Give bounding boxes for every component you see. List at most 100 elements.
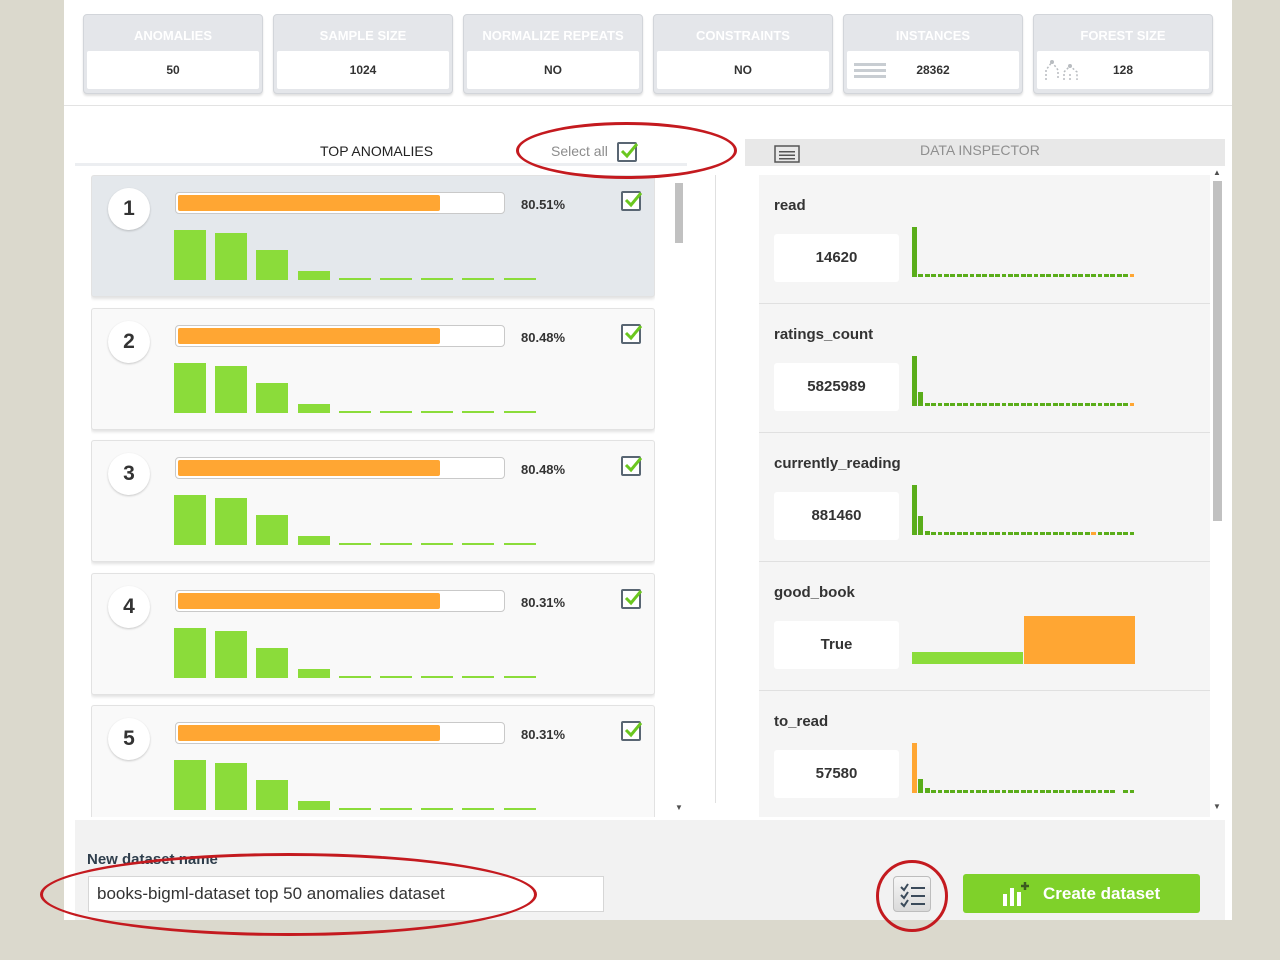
histogram-bin (1084, 403, 1090, 406)
histogram-bin (931, 274, 936, 277)
feature-bar (215, 365, 248, 413)
histogram-bin (1129, 790, 1135, 793)
stat-value-box: 28362 (847, 51, 1019, 89)
histogram-bin (1052, 790, 1058, 793)
histogram-bin (969, 403, 975, 406)
histogram-bin (963, 790, 968, 793)
new-dataset-label: New dataset name (87, 851, 218, 868)
scroll-up-arrow[interactable]: ▲ (1213, 168, 1221, 177)
anomaly-card[interactable]: 1 80.51% (91, 175, 655, 297)
anomaly-checkbox[interactable] (621, 588, 643, 609)
anomaly-card[interactable]: 2 80.48% (91, 307, 655, 430)
histogram-bin (995, 790, 1000, 793)
stat-normalize-repeats: NORMALIZE REPEATS NO (463, 14, 643, 94)
divider-vertical (715, 175, 716, 803)
histogram-bin (1033, 790, 1039, 793)
histogram-bin (1020, 274, 1026, 277)
anomaly-card[interactable]: 4 80.31% (91, 572, 655, 695)
histogram-bin (1104, 532, 1109, 535)
field-row[interactable]: ratings_count 5825989 (759, 304, 1210, 433)
create-dataset-label: Create dataset (1043, 884, 1161, 903)
score-bar-fill (178, 592, 440, 609)
histogram-bin (931, 403, 936, 406)
histogram-bin (950, 403, 956, 406)
create-dataset-button[interactable]: Create dataset (963, 874, 1200, 913)
histogram-bin (1027, 790, 1032, 793)
select-all-checkbox[interactable] (617, 142, 639, 162)
histogram-bin (1059, 403, 1064, 406)
field-row[interactable]: read 14620 (759, 175, 1210, 304)
anomaly-checkbox[interactable] (621, 323, 643, 344)
histogram-bin (912, 227, 917, 277)
histogram-bin (1078, 532, 1084, 535)
feature-bar (256, 515, 289, 545)
histogram-bin (1097, 790, 1103, 793)
histogram-bin (1116, 403, 1122, 406)
feature-bar (297, 271, 330, 280)
histogram-bin (963, 403, 968, 406)
feature-bar (338, 410, 371, 413)
field-value: 14620 (774, 234, 899, 282)
histogram-bin (924, 403, 930, 406)
feature-bar (503, 410, 536, 413)
feature-bar (503, 543, 536, 545)
histogram-bin (1001, 532, 1007, 535)
histogram-bin (969, 790, 975, 793)
stat-anomalies: ANOMALIES 50 (83, 14, 263, 94)
scrollbar-thumb[interactable] (675, 183, 683, 243)
histogram-bin (988, 403, 994, 406)
histogram-bin (1040, 403, 1045, 406)
anomaly-score: 80.48% (521, 462, 566, 477)
check-icon (624, 324, 643, 340)
anomaly-list-scrollbar[interactable]: ▼ (672, 175, 686, 817)
check-icon (624, 457, 643, 473)
feature-bar (256, 382, 289, 413)
histogram-bin (1129, 403, 1135, 406)
histogram-bin (912, 356, 917, 406)
histogram-bin (1014, 790, 1020, 793)
score-bar (175, 457, 505, 479)
feature-bar (338, 808, 371, 810)
histogram-bin (1110, 790, 1116, 793)
anomaly-checkbox[interactable] (621, 191, 643, 211)
histogram-bin (1123, 790, 1128, 793)
anomaly-card[interactable]: 5 80.31% (91, 705, 655, 817)
stat-sample-size: SAMPLE SIZE 1024 (273, 14, 453, 94)
select-all-label[interactable]: Select all (551, 143, 608, 159)
histogram-bin (1123, 403, 1128, 406)
feature-bar (462, 410, 495, 413)
stat-title: INSTANCES (895, 28, 971, 43)
histogram-bin (931, 532, 936, 535)
histogram-bin (963, 532, 968, 535)
field-row[interactable]: good_book True (759, 562, 1210, 691)
histogram-bin (912, 485, 917, 535)
field-histogram (912, 743, 1136, 793)
anomaly-checkbox[interactable] (621, 721, 643, 741)
histogram-bin (1110, 403, 1116, 406)
field-row[interactable]: currently_reading 881460 (759, 433, 1210, 562)
scroll-down-arrow[interactable]: ▼ (675, 803, 683, 812)
anomaly-checkbox[interactable] (621, 456, 643, 476)
feature-bar (215, 630, 248, 678)
histogram-bin (1091, 790, 1096, 793)
histogram-bin (1008, 274, 1013, 277)
anomaly-score: 80.31% (521, 594, 566, 610)
anomaly-card[interactable]: 3 80.48% (91, 440, 655, 562)
inspector-scrollbar[interactable]: ▲ ▼ (1210, 167, 1225, 817)
histogram-bin (956, 532, 962, 535)
scrollbar-thumb[interactable] (1213, 181, 1222, 521)
histogram-bin (1052, 532, 1058, 535)
scroll-down-arrow[interactable]: ▼ (1213, 802, 1221, 811)
configure-list-button[interactable] (893, 876, 931, 912)
feature-bar (380, 675, 412, 678)
histogram-bin (1033, 532, 1039, 535)
feature-bar (462, 278, 495, 280)
list-icon[interactable] (774, 145, 800, 163)
field-row[interactable]: to_read 57580 (759, 691, 1210, 817)
histogram-bin (950, 790, 956, 793)
feature-bar (174, 627, 206, 678)
dataset-name-input[interactable] (88, 876, 604, 912)
feature-bar (421, 278, 454, 280)
histogram-bin (1078, 274, 1084, 277)
histogram-bin (976, 790, 981, 793)
